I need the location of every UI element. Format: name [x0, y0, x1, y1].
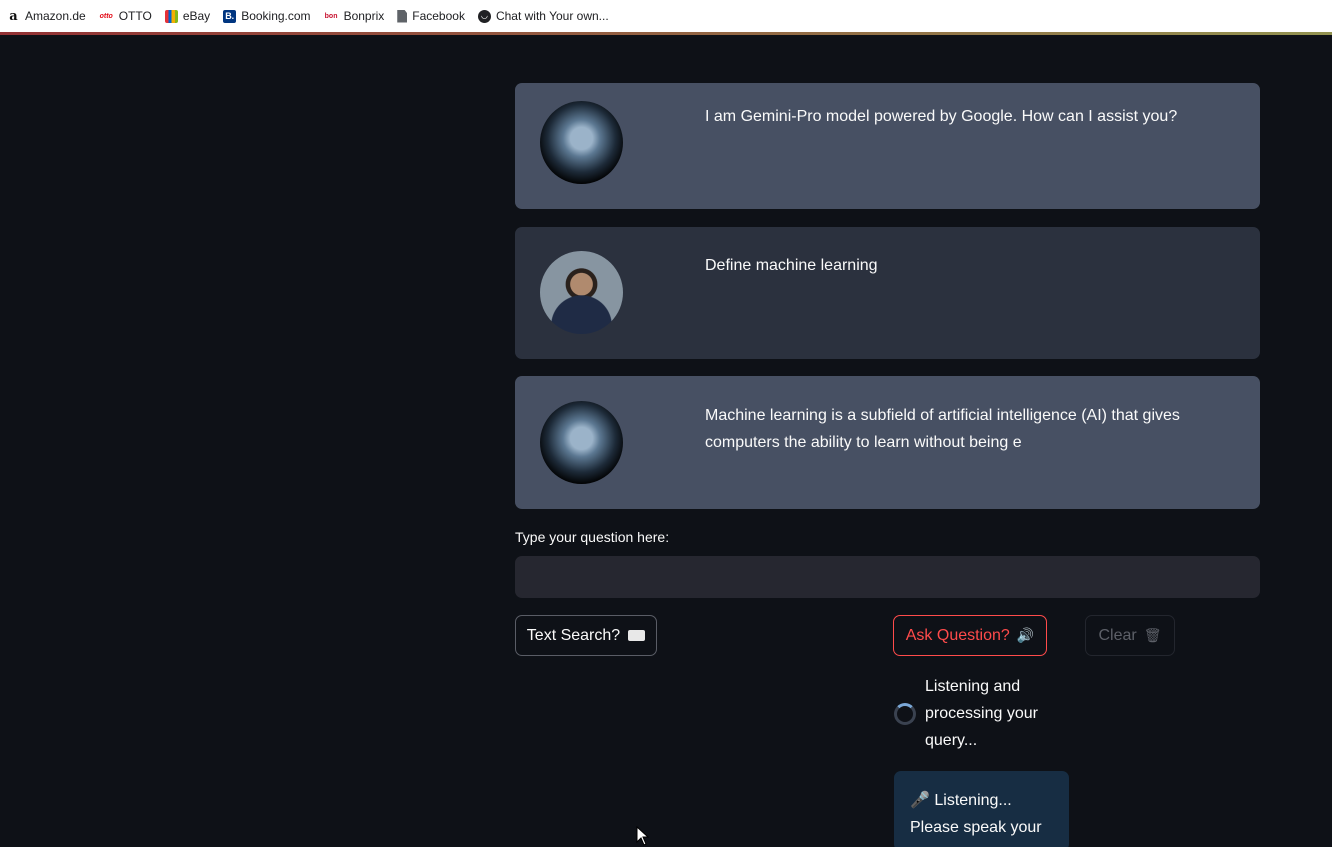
bookmark-label: Booking.com [241, 9, 311, 23]
message-text: Machine learning is a subfield of artifi… [705, 407, 1180, 451]
info-text: 🎤 Listening... Please speak your [910, 792, 1042, 836]
robot-avatar [540, 101, 623, 184]
clear-button[interactable]: Clear 🗑 [1085, 615, 1175, 656]
booking-icon: B. [223, 9, 237, 23]
loading-spinner-icon [894, 703, 916, 725]
bookmark-booking[interactable]: B. Booking.com [223, 9, 311, 23]
bookmark-otto[interactable]: otto OTTO [99, 9, 152, 23]
document-icon [397, 9, 408, 23]
amazon-icon: a [9, 8, 18, 24]
ebay-icon [164, 9, 178, 23]
robot-avatar [540, 401, 623, 484]
bookmark-chat[interactable]: ◡ Chat with Your own... [477, 9, 609, 23]
question-input-label: Type your question here: [515, 529, 670, 545]
bookmarks-bar: a Amazon.de otto OTTO eBay B. Booking.co… [0, 0, 1332, 32]
trash-icon: 🗑 [1143, 627, 1162, 643]
bookmark-label: Chat with Your own... [495, 9, 609, 23]
bookmark-bonprix[interactable]: bon Bonprix [324, 9, 385, 23]
message-text: Define machine learning [705, 257, 878, 274]
bookmark-label: eBay [182, 9, 211, 23]
bookmark-ebay[interactable]: eBay [164, 9, 211, 23]
bookmark-label: Bonprix [343, 9, 385, 23]
listening-info-box: 🎤 Listening... Please speak your [894, 771, 1069, 847]
bookmark-amazon[interactable]: a Amazon.de [7, 8, 86, 24]
chat-message-user: Define machine learning [515, 227, 1260, 359]
ask-question-button[interactable]: Ask Question? 🔊 [893, 615, 1047, 656]
keyboard-icon [628, 630, 646, 641]
clear-label: Clear [1098, 626, 1137, 644]
chat-message-assistant: I am Gemini-Pro model powered by Google.… [515, 83, 1260, 209]
text-search-button[interactable]: Text Search? [515, 615, 657, 656]
text-search-label: Text Search? [526, 626, 621, 644]
user-avatar [540, 251, 623, 334]
bookmark-label: Amazon.de [25, 9, 86, 23]
question-input[interactable] [515, 556, 1260, 598]
bonprix-icon: bon [324, 12, 338, 20]
chat-icon: ◡ [477, 9, 491, 23]
chat-message-assistant: Machine learning is a subfield of artifi… [515, 376, 1260, 509]
ask-question-label: Ask Question? [905, 626, 1010, 644]
bookmark-label: Facebook [412, 9, 465, 23]
header-decoration [0, 32, 1332, 35]
bookmark-facebook[interactable]: Facebook [397, 9, 465, 23]
speaker-icon: 🔊 [1016, 627, 1035, 643]
spinner-status-text: Listening and processing your query... [925, 678, 1038, 749]
message-text: I am Gemini-Pro model powered by Google.… [705, 108, 1178, 125]
otto-icon: otto [99, 12, 113, 20]
bookmark-label: OTTO [118, 9, 152, 23]
